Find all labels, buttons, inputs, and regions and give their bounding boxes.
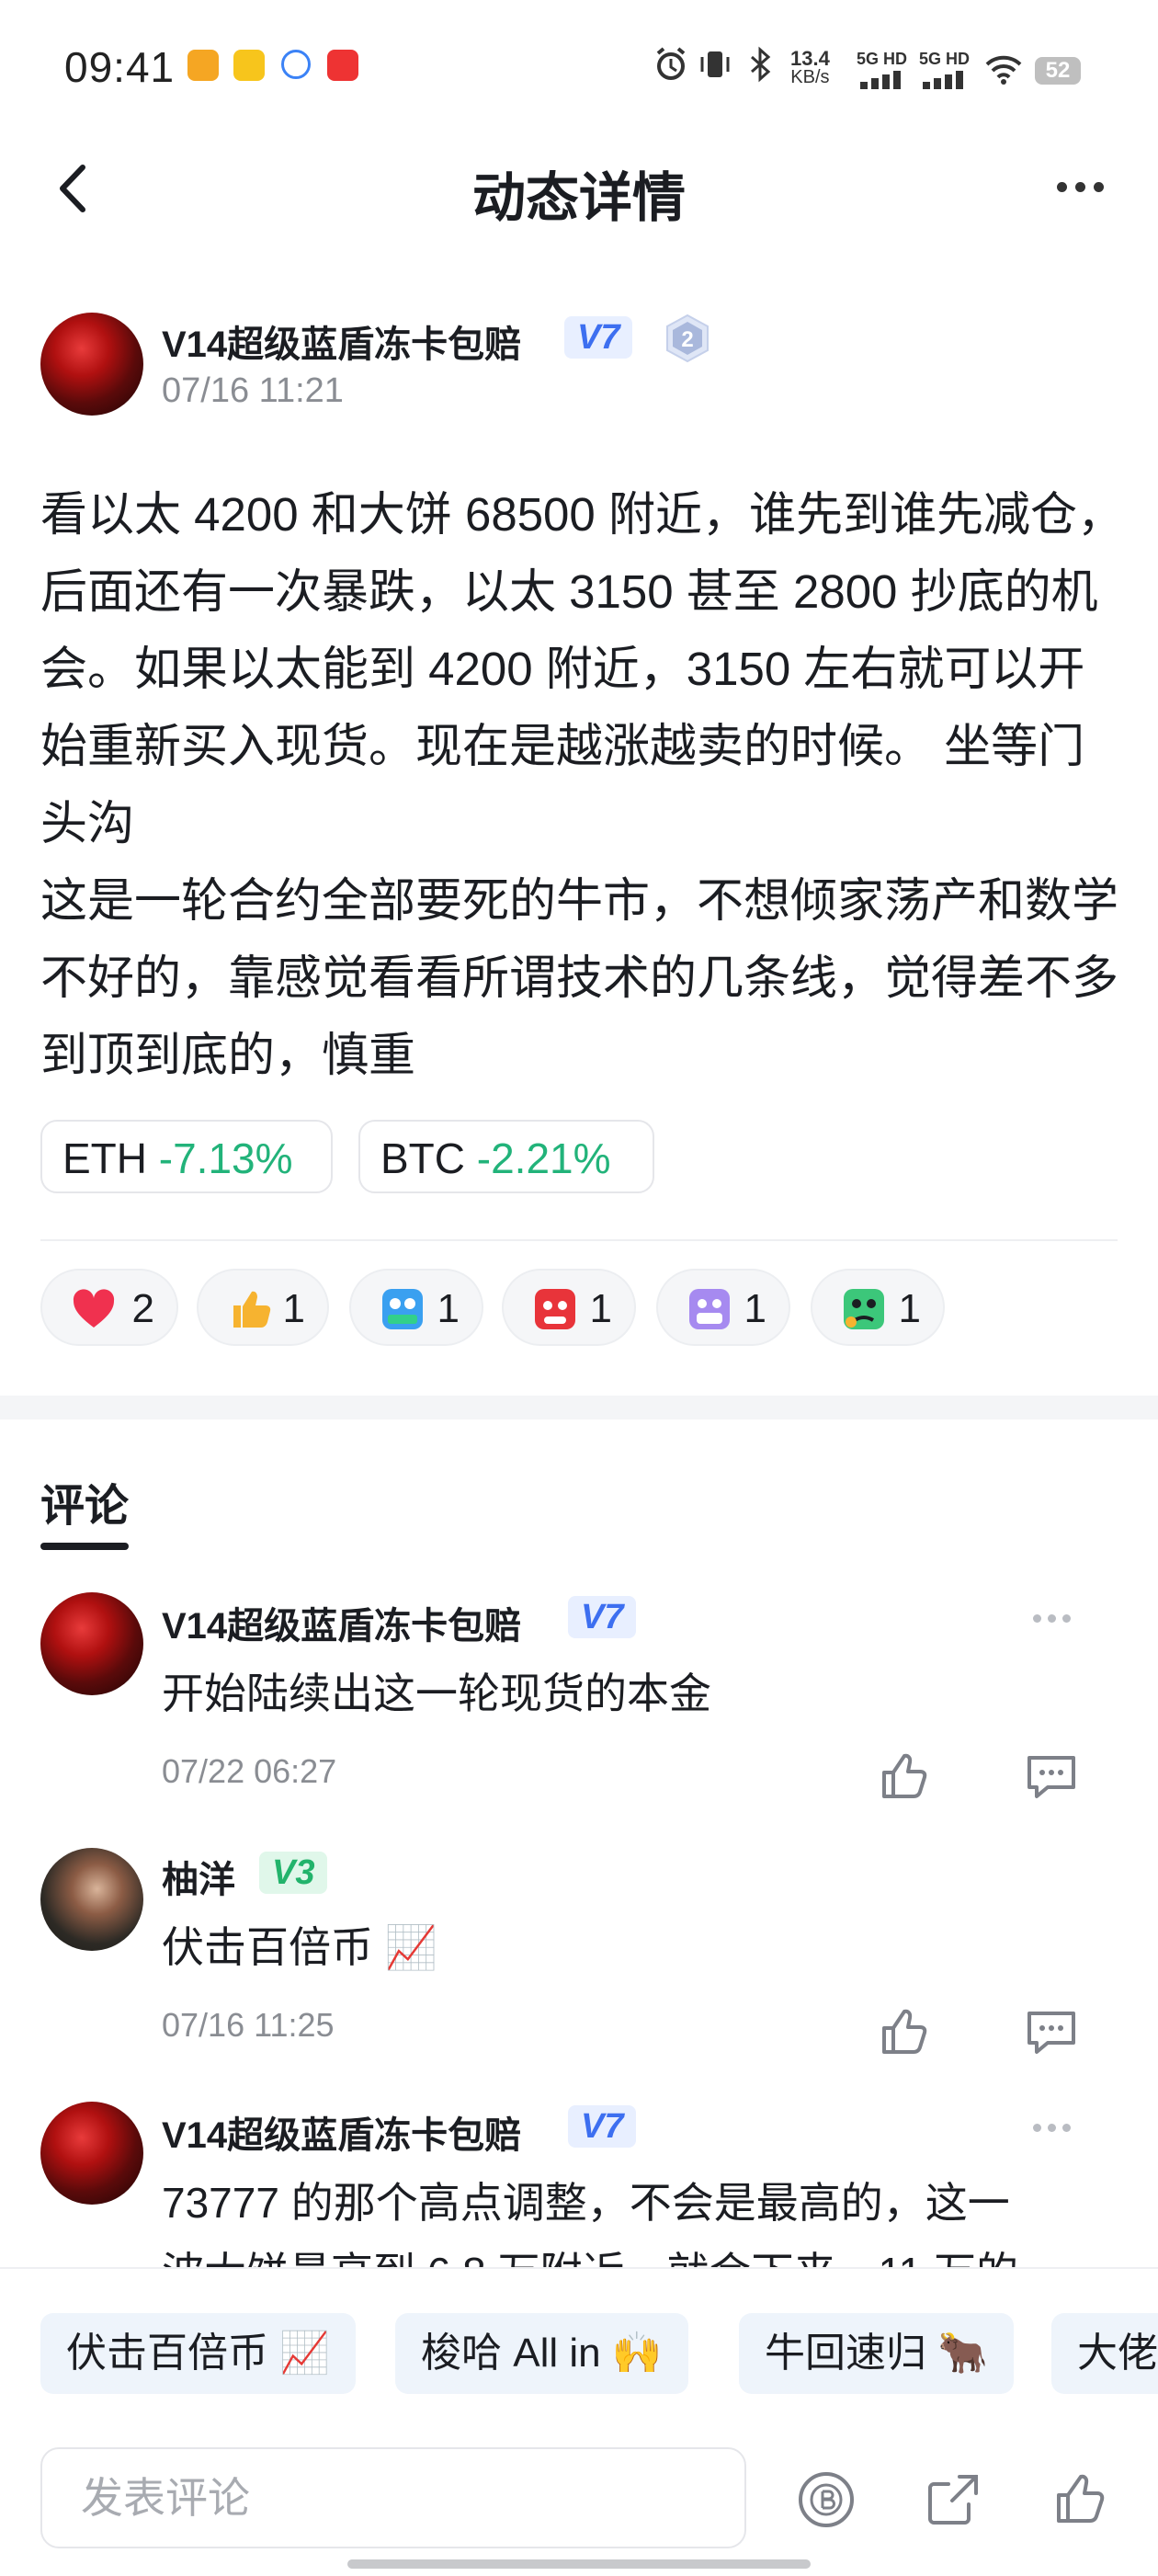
signal-2: 5G HD	[919, 50, 982, 90]
hodl-robot-icon	[382, 1289, 423, 1329]
reaction-thinking[interactable]: 1	[811, 1269, 945, 1346]
comment-author[interactable]: 柚洋	[162, 1850, 235, 1903]
reaction-hodl[interactable]: 1	[349, 1269, 483, 1346]
battery-level: 52	[1035, 57, 1081, 85]
reaction-heart[interactable]: 2	[40, 1269, 178, 1346]
wifi-icon	[985, 55, 1022, 85]
post-content: 看以太 4200 和大饼 68500 附近，谁先到谁先减仓，后面还有一次暴跌，以…	[40, 476, 1125, 1094]
author-name[interactable]: V14超级蓝盾冻卡包赔	[162, 314, 521, 368]
bluetooth-icon	[751, 46, 771, 83]
tip-coin-icon[interactable]	[796, 2469, 857, 2530]
grimace-face-icon	[689, 1289, 730, 1329]
thumbs-up-emoji-icon	[233, 1291, 271, 1328]
comment-text: 开始陆续出这一轮现货的本金	[162, 1670, 711, 1717]
signal-1: 5G HD	[857, 50, 919, 90]
comment-level-badge: V3	[259, 1852, 328, 1894]
thinking-face-icon	[844, 1289, 884, 1329]
network-speed: 13.4 KB/s	[790, 47, 830, 87]
like-icon[interactable]	[877, 1749, 932, 1804]
page-title: 动态详情	[471, 168, 686, 228]
comment-input[interactable]: 发表评论	[40, 2447, 746, 2548]
comment-avatar[interactable]	[40, 2102, 143, 2205]
back-icon[interactable]	[44, 156, 99, 221]
alarm-icon	[656, 47, 686, 80]
svg-text:2: 2	[681, 327, 693, 352]
section-gap	[0, 1396, 1158, 1419]
status-bar: 09:41 13.4 KB/s 5G HD 5G HD 52	[0, 0, 1158, 138]
angry-face-icon	[535, 1289, 575, 1329]
status-time: 09:41	[64, 43, 176, 91]
comment-more-icon[interactable]	[1033, 1611, 1079, 1623]
comment-date: 07/16 11:25	[162, 2006, 335, 2044]
more-options-icon[interactable]	[1057, 180, 1114, 193]
like-icon[interactable]	[877, 2004, 932, 2059]
comment-level-badge: V7	[568, 1596, 637, 1638]
post-paragraph: 看以太 4200 和大饼 68500 附近，谁先到谁先减仓，后面还有一次暴跌，以…	[40, 488, 1124, 849]
comment-date: 07/22 06:27	[162, 1752, 337, 1790]
ticker-btc[interactable]: BTC -2.21%	[358, 1120, 654, 1193]
comment-text: 73777 的那个高点调整，不会是最高的，这一	[162, 2179, 1010, 2227]
browser-notification-icon	[281, 50, 311, 79]
author-avatar[interactable]	[40, 313, 143, 416]
comment-author[interactable]: V14超级蓝盾冻卡包赔	[162, 2105, 521, 2159]
comment-level-badge: V7	[568, 2105, 637, 2148]
comment-avatar[interactable]	[40, 1592, 143, 1695]
comment-avatar[interactable]	[40, 1848, 143, 1951]
tab-underline	[40, 1543, 129, 1550]
quick-reply-chip[interactable]: 梭哈 All in 🙌	[395, 2313, 688, 2394]
app-notification-icon	[187, 50, 219, 81]
vibrate-icon	[700, 51, 730, 77]
tab-comments[interactable]: 评论	[40, 1469, 129, 1533]
home-indicator	[347, 2559, 811, 2569]
comment-author[interactable]: V14超级蓝盾冻卡包赔	[162, 1596, 521, 1649]
quick-reply-chip[interactable]: 牛回速归 🐂	[739, 2313, 1015, 2394]
reaction-thumbs-up[interactable]: 1	[197, 1269, 329, 1346]
post-paragraph: 这是一轮合约全部要死的牛市，不想倾家荡产和数学不好的，靠感觉看看所谓技术的几条线…	[40, 874, 1119, 1081]
divider	[40, 1239, 1118, 1241]
share-icon[interactable]	[923, 2469, 983, 2530]
heart-icon	[73, 1289, 115, 1328]
like-post-icon[interactable]	[1051, 2469, 1112, 2530]
reply-icon[interactable]	[1024, 1749, 1079, 1804]
reply-icon[interactable]	[1024, 2004, 1079, 2059]
mail-notification-icon	[233, 50, 265, 81]
rank-badge-icon: 2	[666, 313, 709, 363]
reaction-grimace[interactable]: 1	[656, 1269, 790, 1346]
quick-reply-chip[interactable]: 伏击百倍币 📈	[40, 2313, 357, 2394]
level-badge: V7	[564, 316, 633, 359]
news-notification-icon	[327, 50, 358, 81]
post-date: 07/16 11:21	[162, 371, 344, 410]
reaction-angry[interactable]: 1	[502, 1269, 636, 1346]
ticker-eth[interactable]: ETH -7.13%	[40, 1120, 333, 1193]
comment-text: 伏击百倍币 📈	[162, 1923, 438, 1971]
quick-reply-chip[interactable]: 大佬	[1051, 2313, 1158, 2394]
comment-more-icon[interactable]	[1033, 2120, 1079, 2132]
